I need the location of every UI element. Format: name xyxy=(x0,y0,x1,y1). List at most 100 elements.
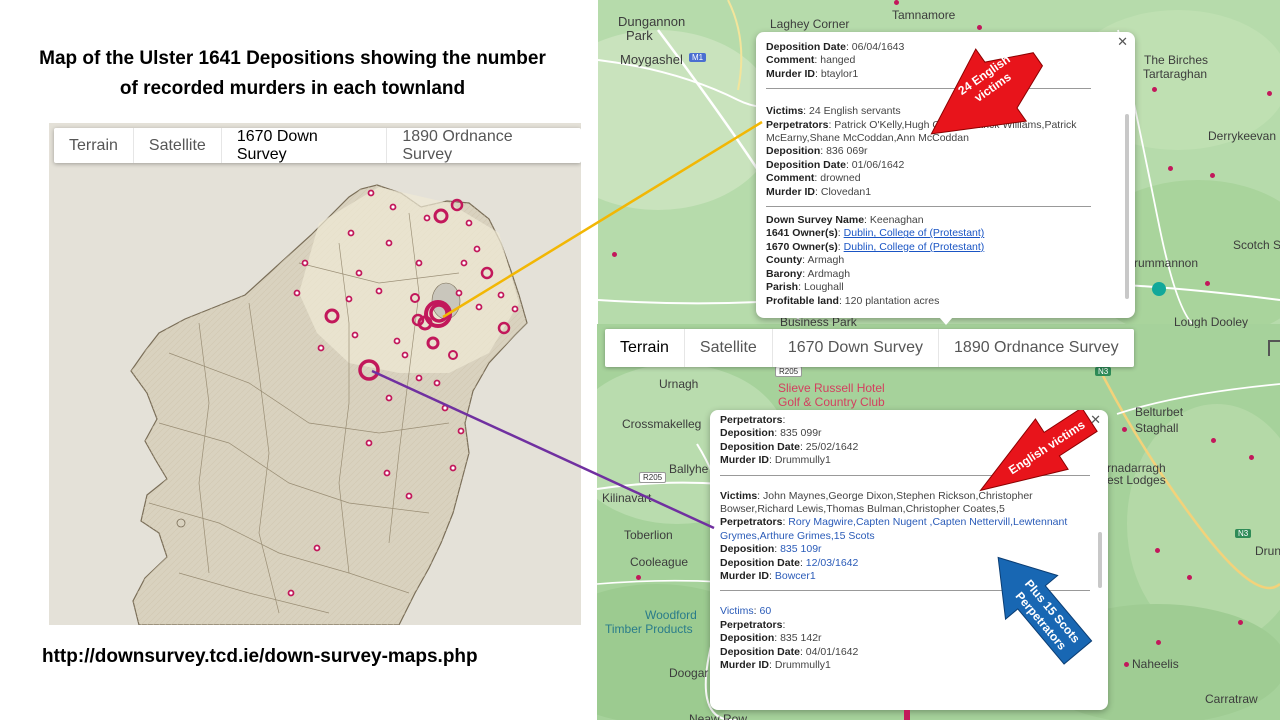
marker-dot[interactable] xyxy=(1122,427,1127,432)
field-label: Deposition Date xyxy=(720,440,800,453)
field-label: County xyxy=(766,254,803,267)
field-value: 24 English servants xyxy=(809,105,901,118)
marker-dot[interactable] xyxy=(1168,166,1173,171)
field-value: Drummully1 xyxy=(774,454,831,467)
owner-link[interactable]: Dublin, College of (Protestant) xyxy=(844,241,985,253)
field-label: Deposition xyxy=(720,543,775,556)
top-red-arrow: 24 English victims xyxy=(930,48,1044,135)
field-value: Ardmagh xyxy=(807,267,851,280)
marker-dot[interactable] xyxy=(1156,640,1161,645)
marker-dot[interactable] xyxy=(1267,91,1272,96)
field-label: Down Survey Name xyxy=(766,214,865,227)
park-icon xyxy=(1152,282,1166,296)
field-label: Profitable land xyxy=(766,294,839,307)
field-label: 1670 Owner(s) xyxy=(766,240,838,253)
field-value: btaylor1 xyxy=(820,67,859,80)
place-park: Park xyxy=(626,28,653,43)
field-label: Victims xyxy=(720,489,758,502)
place-doogar: Doogar xyxy=(669,666,709,680)
field-label: Murder ID xyxy=(766,67,816,80)
place-tamnamore: Tamnamore xyxy=(892,8,956,22)
field-value: Loughall xyxy=(803,281,844,294)
field-label: Murder ID xyxy=(766,185,816,198)
map-type-satellite[interactable]: Satellite xyxy=(685,329,773,367)
marker-dot[interactable] xyxy=(1205,281,1210,286)
field-value: 01/06/1642 xyxy=(851,158,905,171)
place-crossmakelleg: Crossmakelleg xyxy=(622,417,702,431)
field-value: 835 109r xyxy=(780,543,822,556)
left-map[interactable]: Terrain Satellite 1670 Down Survey 1890 … xyxy=(49,123,581,625)
close-icon[interactable]: ✕ xyxy=(1117,34,1128,50)
place-slieve-russell: Slieve Russell Hotel xyxy=(778,381,885,395)
map-type-down-survey[interactable]: 1670 Down Survey xyxy=(222,128,388,163)
place-kilinavart: Kilinavart xyxy=(602,491,652,505)
marker-dot[interactable] xyxy=(1238,620,1243,625)
field-label: Deposition xyxy=(766,145,821,158)
owner-link[interactable]: Dublin, College of (Protestant) xyxy=(844,227,985,239)
marker-dot[interactable] xyxy=(1210,173,1215,178)
fullscreen-icon[interactable] xyxy=(1268,340,1280,356)
map-type-ordnance-survey[interactable]: 1890 Ordnance Survey xyxy=(939,329,1134,367)
marker-dot[interactable] xyxy=(1249,455,1254,460)
marker-dot[interactable] xyxy=(636,575,641,580)
field-label: Murder ID xyxy=(720,454,770,467)
field-value: 120 plantation acres xyxy=(844,294,940,307)
field-value: 04/01/1642 xyxy=(805,645,859,658)
map-type-terrain[interactable]: Terrain xyxy=(605,329,685,367)
field-value: 835 099r xyxy=(780,427,822,440)
marker-dot[interactable] xyxy=(612,252,617,257)
place-staghall: Staghall xyxy=(1135,421,1179,435)
field-label: Victims xyxy=(766,105,804,118)
blue-arrow: Plus 15 Scots Perpetrators xyxy=(997,556,1093,665)
left-map-type-bar: Terrain Satellite 1670 Down Survey 1890 … xyxy=(54,128,581,163)
field-label: Deposition xyxy=(720,427,775,440)
field-value: 12/03/1642 xyxy=(805,556,859,569)
field-value: hanged xyxy=(820,54,856,67)
place-dungannon: Dungannon xyxy=(618,14,686,29)
place-ballyhe: Ballyhe xyxy=(669,462,709,476)
field-value: 06/04/1643 xyxy=(851,41,905,53)
map-type-down-survey[interactable]: 1670 Down Survey xyxy=(773,329,940,367)
field-label: Victims xyxy=(720,605,754,618)
place-laghey-corner: Laghey Corner xyxy=(770,17,850,31)
place-belturbet: Belturbet xyxy=(1135,405,1184,419)
popup-divider xyxy=(766,206,1091,208)
place-drun: Drun xyxy=(1255,544,1280,558)
field-label: Deposition Date xyxy=(720,556,800,569)
field-value: 836 069r xyxy=(826,145,868,158)
field-label: Deposition Date xyxy=(766,41,846,53)
bottom-map-type-bar: Terrain Satellite 1670 Down Survey 1890 … xyxy=(605,329,1134,367)
field-label: Perpetrators xyxy=(720,618,783,631)
field-label: Murder ID xyxy=(720,659,770,672)
road-badge-n3: N3 xyxy=(1235,529,1252,538)
popup-tail xyxy=(939,317,953,325)
map-type-terrain[interactable]: Terrain xyxy=(54,128,134,163)
place-timber-products: Timber Products xyxy=(605,622,693,636)
place-woodford: Woodford xyxy=(645,608,697,622)
place-lough-dooley: Lough Dooley xyxy=(1174,315,1249,328)
marker-dot[interactable] xyxy=(1124,662,1129,667)
field-value: drowned xyxy=(820,172,861,185)
field-label: Deposition xyxy=(720,632,775,645)
marker-dot[interactable] xyxy=(1187,575,1192,580)
popup-scrollbar[interactable] xyxy=(1125,114,1129,299)
field-label: Perpetrators xyxy=(720,414,783,426)
field-label: Murder ID xyxy=(720,570,770,583)
map-type-satellite[interactable]: Satellite xyxy=(134,128,222,163)
map-type-ordnance-survey[interactable]: 1890 Ordnance Survey xyxy=(387,128,581,163)
marker-dot[interactable] xyxy=(977,25,982,30)
field-label: Perpetrators xyxy=(720,516,783,529)
field-label: Comment xyxy=(766,172,815,185)
marker-dot[interactable] xyxy=(1211,438,1216,443)
field-label: Perpetrators xyxy=(766,118,829,131)
place-naheelis: Naheelis xyxy=(1132,657,1179,671)
field-value: Clovedan1 xyxy=(820,185,872,198)
place-moygashel: Moygashel xyxy=(620,52,683,67)
field-label: Parish xyxy=(766,281,799,294)
marker-dot[interactable] xyxy=(1152,87,1157,92)
marker-dot[interactable] xyxy=(1155,548,1160,553)
marker-pin-icon[interactable] xyxy=(904,710,910,720)
ireland-historic-map[interactable] xyxy=(49,123,581,625)
marker-dot[interactable] xyxy=(894,0,899,5)
field-value: 25/02/1642 xyxy=(805,440,859,453)
